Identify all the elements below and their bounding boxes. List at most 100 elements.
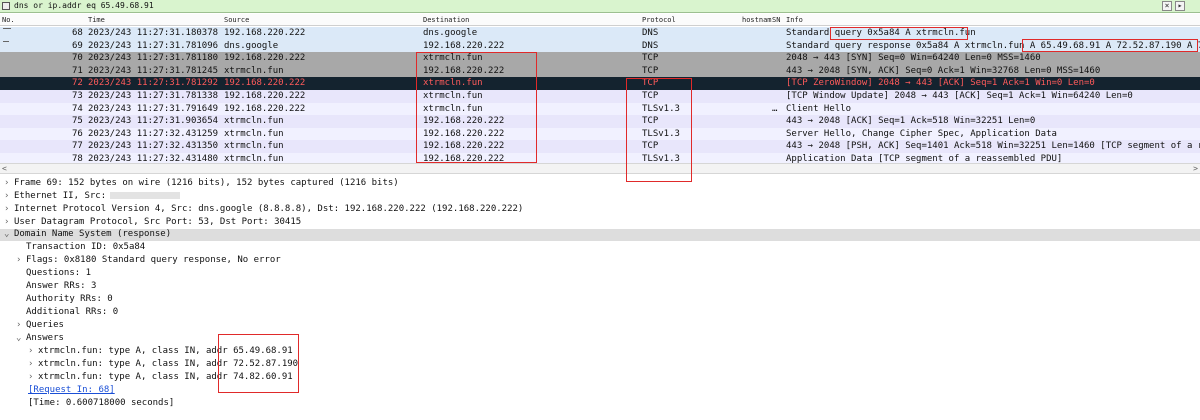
packet-no: 69 [72,40,83,51]
expand-arrow-icon[interactable]: › [4,204,14,214]
packet-row[interactable]: 77 2023/243 11:27:32.431350 xtrmcln.fun … [0,140,1200,153]
related-packet-icon [3,28,11,29]
tree-item-label: Queries [26,320,64,330]
tree-item-transaction-id[interactable]: Transaction ID: 0x5a84 [26,242,145,252]
packet-list-hscrollbar[interactable]: < > [0,163,1200,174]
col-time[interactable]: Time [88,16,105,24]
filter-input[interactable]: dns or ip.addr eq 65.49.68.91 [14,1,154,10]
packet-protocol: TCP [642,91,659,101]
expand-arrow-icon[interactable]: › [28,359,38,369]
expand-arrow-icon[interactable]: › [4,217,14,227]
tree-item-answer[interactable]: › xtrmcln.fun: type A, class IN, addr 74.… [28,372,293,382]
tree-item-questions[interactable]: Questions: 1 [26,268,91,278]
packet-source: 192.168.220.222 [224,28,306,38]
tree-item-time[interactable]: [Time: 0.600718000 seconds] [28,398,174,408]
packet-info: Client Hello [786,103,852,114]
packet-source: xtrmcln.fun [224,65,284,76]
expand-arrow-icon[interactable]: › [28,346,38,356]
display-filter-bar[interactable]: dns or ip.addr eq 65.49.68.91 × ▸ [0,0,1200,13]
tree-item-answer[interactable]: › xtrmcln.fun: type A, class IN, addr 72.… [28,359,298,369]
tree-item-label: User Datagram Protocol, Src Port: 53, Ds… [14,217,302,227]
packet-row[interactable]: 78 2023/243 11:27:32.431480 xtrmcln.fun … [0,153,1200,163]
expand-arrow-icon[interactable]: › [16,255,26,265]
tree-item-ethernet[interactable]: › Ethernet II, Src: [4,191,181,201]
packet-info: Standard query response 0x5a84 A xtrmcln… [786,40,1200,51]
tree-item-frame[interactable]: › Frame 69: 152 bytes on wire (1216 bits)… [4,178,399,188]
packet-destination: 192.168.220.222 [423,128,505,139]
packet-info: [TCP Window Update] 2048 → 443 [ACK] Seq… [786,91,1133,101]
packet-row-selected[interactable]: 72 2023/243 11:27:31.781292 192.168.220.… [0,77,1200,90]
packet-no: 75 [72,116,83,127]
packet-row[interactable]: 73 2023/243 11:27:31.781338 192.168.220.… [0,90,1200,103]
tree-item-udp[interactable]: › User Datagram Protocol, Src Port: 53, D… [4,217,301,227]
bookmark-filter-icon[interactable] [2,2,10,10]
tree-item-authority-rrs[interactable]: Authority RRs: 0 [26,294,113,304]
packet-time: 2023/243 11:27:32.431259 [88,128,219,139]
packet-time: 2023/243 11:27:31.781338 [88,91,219,101]
packet-protocol: TCP [642,78,659,89]
tree-item-additional-rrs[interactable]: Additional RRs: 0 [26,307,118,317]
tree-item-label: Answer RRs: 3 [26,281,97,291]
packet-list[interactable]: 68 2023/243 11:27:31.180378 192.168.220.… [0,27,1200,163]
packet-source: xtrmcln.fun [224,116,284,127]
tree-item-label: xtrmcln.fun: type A, class IN, addr 74.8… [38,372,293,382]
packet-no: 76 [72,128,83,139]
packet-details-pane[interactable]: › Frame 69: 152 bytes on wire (1216 bits)… [0,176,1200,420]
tree-item-label: Transaction ID: 0x5a84 [26,242,146,252]
tree-item-label: xtrmcln.fun: type A, class IN, addr 65.4… [38,346,293,356]
col-destination[interactable]: Destination [423,16,469,24]
scroll-right-icon[interactable]: > [1193,164,1198,173]
packet-destination: 192.168.220.222 [423,65,505,76]
packet-row[interactable]: 71 2023/243 11:27:31.781245 xtrmcln.fun … [0,64,1200,78]
packet-protocol: DNS [642,40,659,51]
tree-item-dns[interactable]: ⌄ Domain Name System (response) [0,229,1200,241]
packet-time: 2023/243 11:27:31.180378 [88,28,219,38]
collapse-arrow-icon[interactable]: ⌄ [16,333,26,343]
packet-source: 192.168.220.222 [224,53,306,64]
col-hostname[interactable]: hostnam [742,16,772,24]
request-in-link[interactable]: [Request In: 68] [28,385,115,395]
packet-source: xtrmcln.fun [224,141,284,152]
col-info[interactable]: Info [786,16,803,24]
expand-arrow-icon[interactable]: › [4,178,14,188]
col-sn[interactable]: SN [772,16,780,24]
expand-arrow-icon[interactable]: › [28,372,38,382]
packet-row[interactable]: 68 2023/243 11:27:31.180378 192.168.220.… [0,27,1200,40]
packet-info: 443 → 2048 [PSH, ACK] Seq=1401 Ack=518 W… [786,141,1200,152]
tree-item-label: [Time: 0.600718000 seconds] [28,398,175,408]
collapse-arrow-icon[interactable]: ⌄ [4,229,14,239]
packet-row[interactable]: 70 2023/243 11:27:31.781180 192.168.220.… [0,52,1200,65]
tree-item-label: Authority RRs: 0 [26,294,113,304]
clear-filter-icon[interactable]: × [1162,1,1172,11]
col-source[interactable]: Source [224,16,249,24]
tree-item-label[interactable]: [Request In: 68] [28,385,115,395]
expand-arrow-icon[interactable]: › [16,320,26,330]
col-no[interactable]: No. [2,16,15,24]
expand-arrow-icon[interactable]: › [4,191,14,201]
packet-row[interactable]: 76 2023/243 11:27:32.431259 xtrmcln.fun … [0,127,1200,141]
scroll-left-icon[interactable]: < [2,164,7,173]
tree-item-answer-rrs[interactable]: Answer RRs: 3 [26,281,96,291]
packet-time: 2023/243 11:27:31.791649 [88,103,219,114]
packet-row[interactable]: 74 2023/243 11:27:31.791649 192.168.220.… [0,102,1200,116]
packet-destination: 192.168.220.222 [423,141,505,152]
tree-item-label: Answers [26,333,64,343]
packet-info: Standard query 0x5a84 A xtrmcln.fun [786,28,976,38]
apply-filter-icon[interactable]: ▸ [1175,1,1185,11]
packet-info: Application Data [TCP segment of a reass… [786,154,1063,163]
tree-item-queries[interactable]: › Queries [16,320,64,330]
tree-item-flags[interactable]: › Flags: 0x8180 Standard query response, … [16,255,281,265]
tree-item-ip[interactable]: › Internet Protocol Version 4, Src: dns.g… [4,204,523,214]
packet-row[interactable]: 75 2023/243 11:27:31.903654 xtrmcln.fun … [0,115,1200,128]
packet-no: 72 [72,78,83,89]
packet-row[interactable]: 69 2023/243 11:27:31.781096 dns.google 1… [0,39,1200,53]
packet-no: 70 [72,53,83,64]
col-protocol[interactable]: Protocol [642,16,676,24]
tree-item-answers[interactable]: ⌄ Answers [16,333,64,343]
packet-protocol: TLSv1.3 [642,103,680,114]
packet-destination: xtrmcln.fun [423,78,483,89]
tree-item-answer[interactable]: › xtrmcln.fun: type A, class IN, addr 65.… [28,346,293,356]
packet-source: xtrmcln.fun [224,128,284,139]
packet-destination: 192.168.220.222 [423,40,505,51]
tree-item-label: Domain Name System (response) [14,229,172,239]
